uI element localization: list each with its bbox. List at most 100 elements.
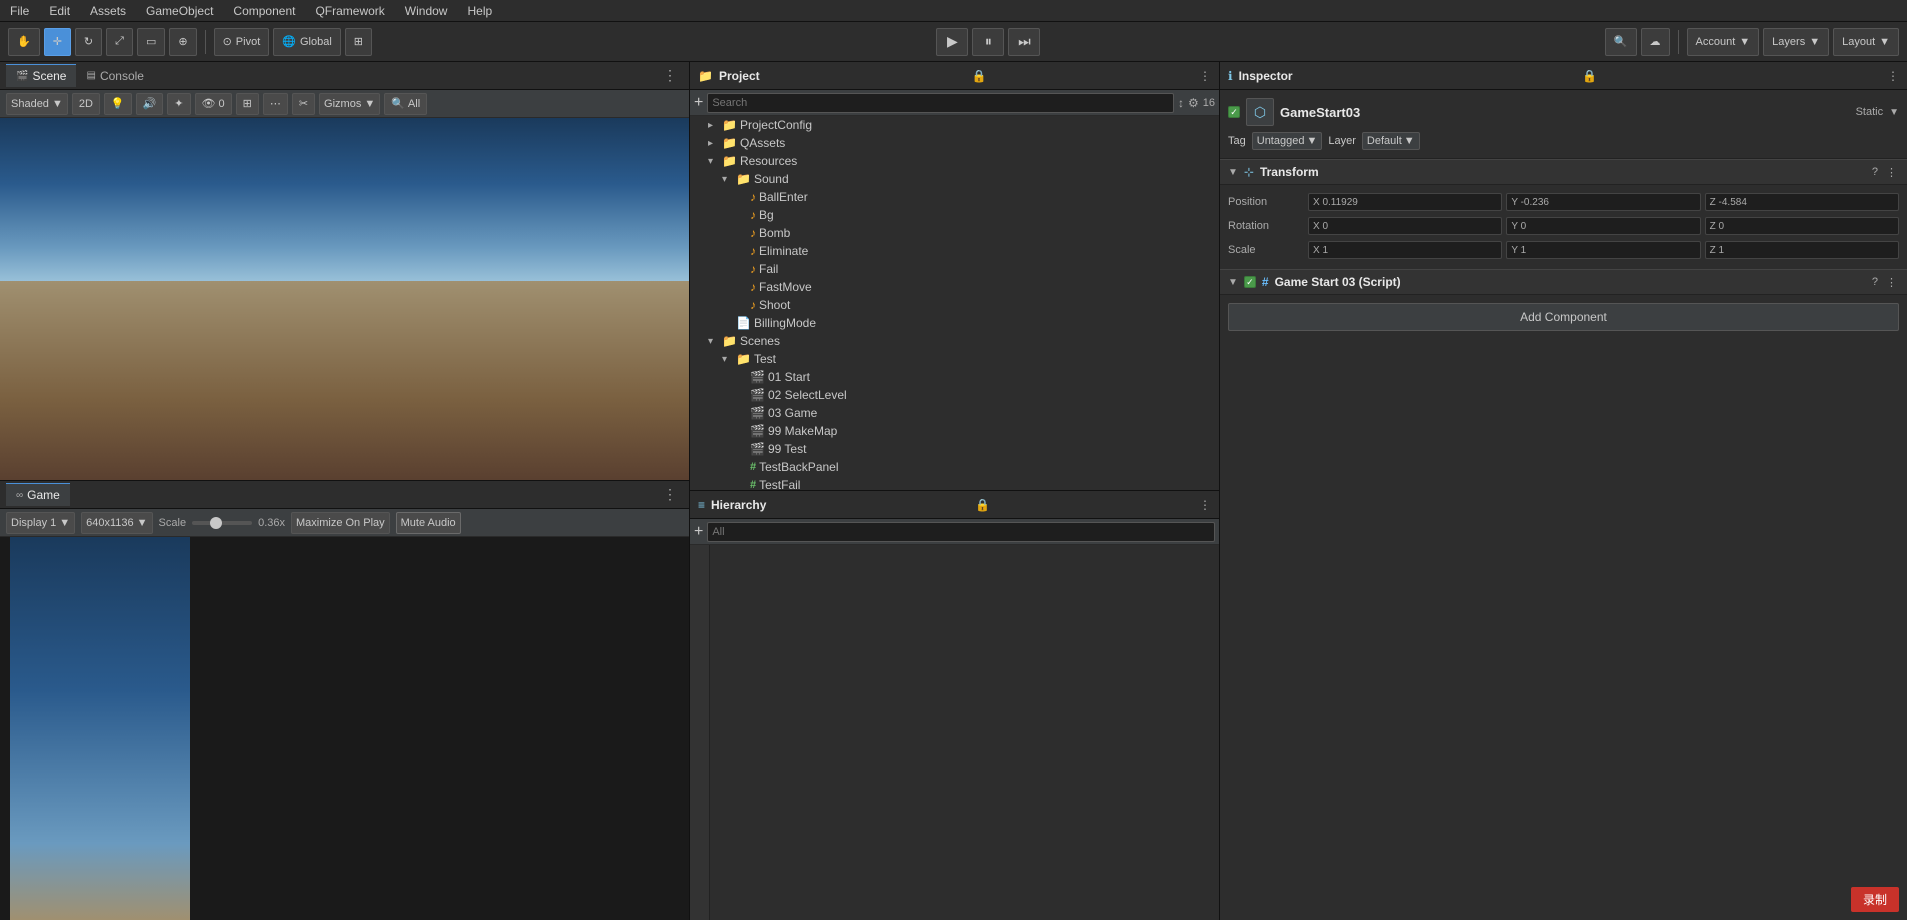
transform-header[interactable]: ▼ ⊹ Transform ? ⋮ [1220, 159, 1907, 185]
menu-edit[interactable]: Edit [45, 2, 74, 20]
scale-y-field[interactable]: Y 1 [1506, 241, 1700, 259]
global-btn[interactable]: 🌐 Global [273, 28, 341, 56]
project-tree-item-fastmove[interactable]: ♪FastMove [690, 278, 1219, 296]
project-tree-item-resources[interactable]: ▾📁Resources [690, 152, 1219, 170]
account-btn[interactable]: Account ▼ [1687, 28, 1760, 56]
display-dropdown[interactable]: Display 1 ▼ [6, 512, 75, 534]
lighting-btn[interactable]: 💡 [104, 93, 132, 115]
tab-scene[interactable]: 🎬 Scene [6, 64, 76, 87]
scale-x-field[interactable]: X 1 [1308, 241, 1502, 259]
icon-sort[interactable]: ↕ [1178, 96, 1184, 110]
project-tree-item-eliminate[interactable]: ♪Eliminate [690, 242, 1219, 260]
pivot-btn[interactable]: ⊙ Pivot [214, 28, 270, 56]
hierarchy-search[interactable] [707, 522, 1215, 542]
project-tree-item-bomb[interactable]: ♪Bomb [690, 224, 1219, 242]
fx-btn[interactable]: ✦ [167, 93, 190, 115]
menu-gameobject[interactable]: GameObject [142, 2, 217, 20]
transform-help[interactable]: ? [1870, 166, 1880, 178]
project-search[interactable] [707, 93, 1174, 113]
record-button[interactable]: 录制 [1851, 887, 1899, 912]
inspector-lock[interactable]: 🔒 [1582, 69, 1597, 83]
tool-transform[interactable]: ⊕ [169, 28, 196, 56]
grid-scene-btn[interactable]: ⊞ [236, 93, 259, 115]
script-help[interactable]: ? [1870, 276, 1880, 288]
script-header[interactable]: ▼ ✓ # Game Start 03 (Script) ? ⋮ [1220, 269, 1907, 295]
scale-thumb[interactable] [210, 517, 222, 529]
tool-scale[interactable]: ⤢ [106, 28, 133, 56]
tab-game[interactable]: ∞ Game [6, 483, 70, 506]
tab-console[interactable]: ▤ Console [76, 65, 153, 87]
project-tree-item-shoot[interactable]: ♪Shoot [690, 296, 1219, 314]
transform-settings[interactable]: ⋮ [1884, 166, 1899, 179]
count-btn[interactable]: 👁 0 [195, 93, 232, 115]
more-scene-btn[interactable]: ⋯ [263, 93, 288, 115]
project-tree-item-99test[interactable]: 🎬99 Test [690, 440, 1219, 458]
tool-rect[interactable]: ▭ [137, 28, 165, 56]
layers-btn[interactable]: Layers ▼ [1763, 28, 1829, 56]
static-arrow[interactable]: ▼ [1889, 107, 1899, 118]
audio-btn[interactable]: 🔊 [136, 93, 164, 115]
resolution-dropdown[interactable]: 640x1136 ▼ [81, 512, 152, 534]
icon-filter[interactable]: ⚙ [1188, 96, 1199, 110]
add-component-button[interactable]: Add Component [1228, 303, 1899, 331]
tool-move[interactable]: ✛ [44, 28, 71, 56]
mute-btn[interactable]: Mute Audio [396, 512, 461, 534]
menu-file[interactable]: File [6, 2, 33, 20]
project-tree-item-testbackpanel[interactable]: #TestBackPanel [690, 458, 1219, 476]
project-tree-item-testfail[interactable]: #TestFail [690, 476, 1219, 490]
pos-z-field[interactable]: Z -4.584 [1705, 193, 1899, 211]
project-tree-item-02selectlevel[interactable]: 🎬02 SelectLevel [690, 386, 1219, 404]
project-tree-item-fail[interactable]: ♪Fail [690, 260, 1219, 278]
scissors-btn[interactable]: ✂ [292, 93, 315, 115]
project-tree-item-sound[interactable]: ▾📁Sound [690, 170, 1219, 188]
add-project-btn[interactable]: + [694, 94, 703, 112]
search-btn[interactable]: 🔍 [1605, 28, 1637, 56]
project-tree-item-03game[interactable]: 🎬03 Game [690, 404, 1219, 422]
cloud-btn[interactable]: ☁ [1641, 28, 1670, 56]
script-checkbox[interactable]: ✓ [1244, 276, 1256, 288]
project-tree-item-billingmode[interactable]: 📄BillingMode [690, 314, 1219, 332]
menu-window[interactable]: Window [401, 2, 452, 20]
rot-x-field[interactable]: X 0 [1308, 217, 1502, 235]
pos-x-field[interactable]: X 0.11929 [1308, 193, 1502, 211]
project-tree-item-test-folder[interactable]: ▾📁Test [690, 350, 1219, 368]
tag-dropdown[interactable]: Untagged ▼ [1252, 132, 1323, 150]
tool-hand[interactable]: ✋ [8, 28, 40, 56]
project-tree-item-bg-audio[interactable]: ♪Bg [690, 206, 1219, 224]
hierarchy-lock[interactable]: 🔒 [975, 498, 990, 512]
inspector-active-checkbox[interactable]: ✓ [1228, 106, 1240, 118]
layer-dropdown[interactable]: Default ▼ [1362, 132, 1420, 150]
inspector-obj-name[interactable]: GameStart03 [1280, 105, 1850, 120]
project-tree-item-qaassets[interactable]: ▸📁QAssets [690, 134, 1219, 152]
menu-qframework[interactable]: QFramework [311, 2, 388, 20]
inspector-menu[interactable]: ⋮ [1887, 69, 1899, 83]
pos-y-field[interactable]: Y -0.236 [1506, 193, 1700, 211]
tool-rotate[interactable]: ↻ [75, 28, 102, 56]
menu-component[interactable]: Component [229, 2, 299, 20]
rot-y-field[interactable]: Y 0 [1506, 217, 1700, 235]
shading-dropdown[interactable]: Shaded ▼ [6, 93, 68, 115]
hierarchy-menu[interactable]: ⋮ [1199, 498, 1211, 512]
project-tree-item-99makemap[interactable]: 🎬99 MakeMap [690, 422, 1219, 440]
project-tree-item-scenes[interactable]: ▾📁Scenes [690, 332, 1219, 350]
grid-btn[interactable]: ⊞ [345, 28, 372, 56]
menu-assets[interactable]: Assets [86, 2, 130, 20]
script-settings[interactable]: ⋮ [1884, 276, 1899, 289]
gizmos-dropdown[interactable]: Gizmos ▼ [319, 93, 380, 115]
menu-help[interactable]: Help [463, 2, 496, 20]
layout-btn[interactable]: Layout ▼ [1833, 28, 1899, 56]
game-panel-menu[interactable]: ⋮ [657, 484, 683, 505]
scale-z-field[interactable]: Z 1 [1705, 241, 1899, 259]
rot-z-field[interactable]: Z 0 [1705, 217, 1899, 235]
project-tree-item-ballenter[interactable]: ♪BallEnter [690, 188, 1219, 206]
search-scene-btn[interactable]: 🔍 All [384, 93, 427, 115]
project-tree-item-projectconfig[interactable]: ▸📁ProjectConfig [690, 116, 1219, 134]
play-button[interactable]: ▶ [936, 28, 968, 56]
add-hierarchy-btn[interactable]: + [694, 523, 703, 541]
project-menu[interactable]: ⋮ [1199, 69, 1211, 83]
scene-panel-menu[interactable]: ⋮ [657, 65, 683, 86]
project-lock[interactable]: 🔒 [972, 69, 987, 83]
2d-toggle[interactable]: 2D [72, 93, 100, 115]
step-button[interactable]: ⏭ [1008, 28, 1040, 56]
maximize-btn[interactable]: Maximize On Play [291, 512, 390, 534]
